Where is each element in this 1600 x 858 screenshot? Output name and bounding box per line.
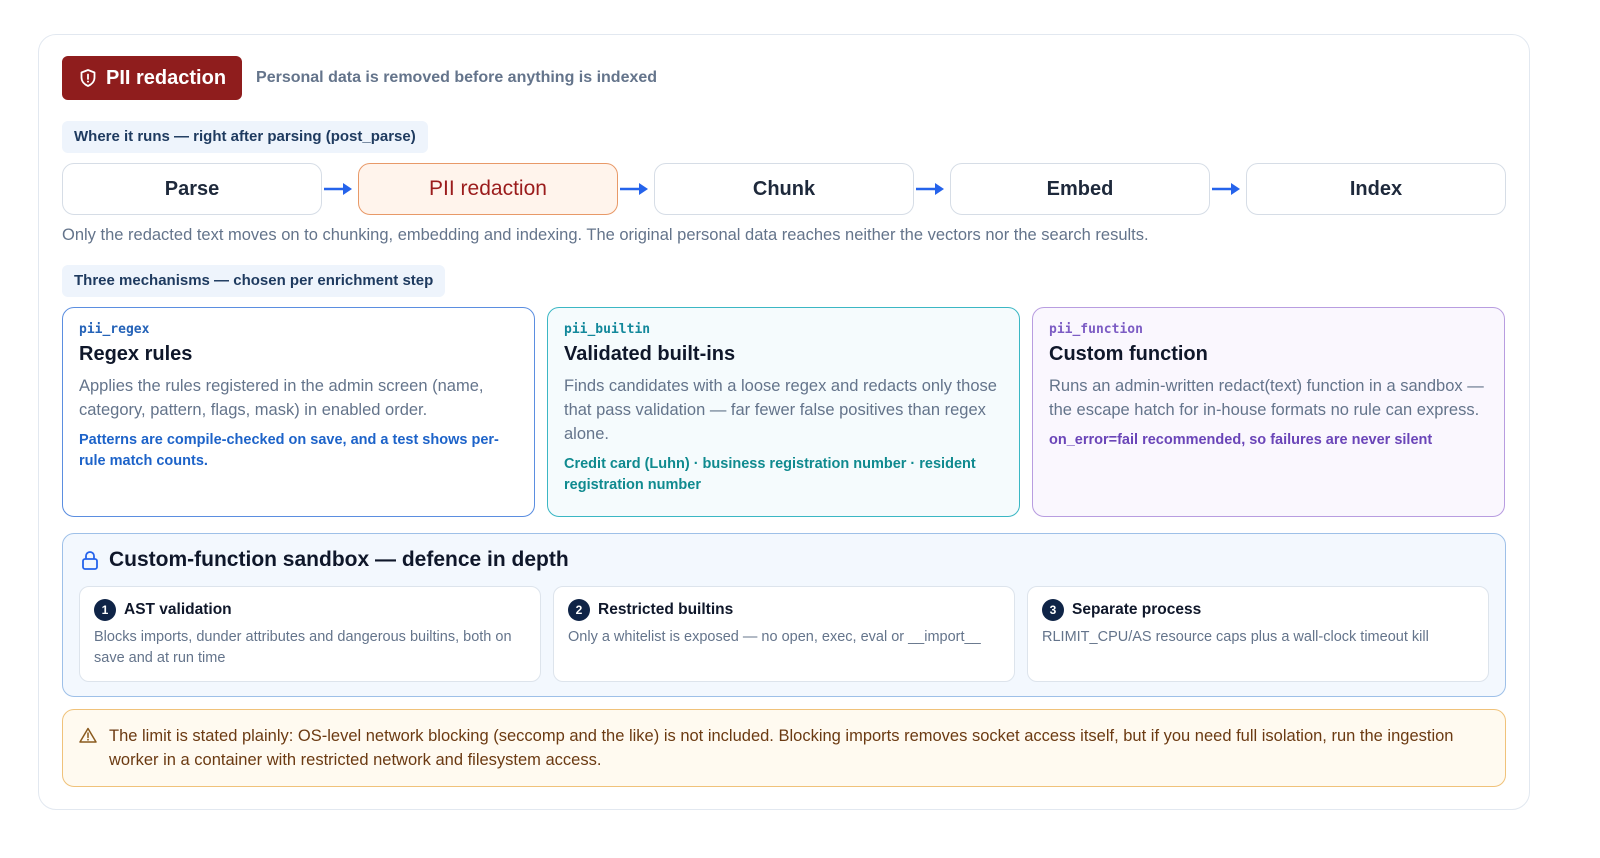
- layer-title: Separate process: [1072, 601, 1202, 618]
- layer-description: Blocks imports, dunder attributes and da…: [94, 629, 512, 666]
- mechanism-code: pii_regex: [79, 322, 150, 337]
- warning-icon: [79, 727, 97, 743]
- layer-number: 1: [94, 599, 116, 621]
- layer-description: RLIMIT_CPU/AS resource caps plus a wall-…: [1042, 629, 1429, 645]
- step-parse: Parse: [62, 163, 322, 215]
- sandbox-layer-ast: 1 AST validation Blocks imports, dunder …: [79, 586, 541, 682]
- mechanism-description: Applies the rules registered in the admi…: [79, 377, 484, 419]
- badge-label: PII redaction: [106, 66, 227, 89]
- mechanism-highlight: on_error=fail recommended, so failures a…: [1049, 432, 1433, 448]
- sandbox-panel: Custom-function sandbox — defence in dep…: [62, 533, 1506, 697]
- step-chunk: Chunk: [654, 163, 914, 215]
- step-pii-redaction: PII redaction: [358, 163, 618, 215]
- limitation-warning: The limit is stated plainly: OS-level ne…: [62, 709, 1506, 787]
- warning-text: The limit is stated plainly: OS-level ne…: [109, 727, 1454, 769]
- arrow-icon: [620, 183, 648, 195]
- mechanism-description: Finds candidates with a loose regex and …: [564, 377, 997, 443]
- where-label: Where it runs — right after parsing (pos…: [62, 121, 428, 153]
- sandbox-layer-builtins: 2 Restricted builtins Only a whitelist i…: [553, 586, 1015, 682]
- layer-description: Only a whitelist is exposed — no open, e…: [568, 629, 981, 645]
- lock-icon: [82, 551, 98, 570]
- mechanisms-label: Three mechanisms — chosen per enrichment…: [62, 265, 446, 297]
- pipeline-note: Only the redacted text moves on to chunk…: [62, 226, 1149, 244]
- pipeline: Parse PII redaction Chunk Embed Index: [62, 163, 1506, 215]
- sandbox-title: Custom-function sandbox — defence in dep…: [81, 548, 569, 572]
- layer-number: 3: [1042, 599, 1064, 621]
- arrow-icon: [916, 183, 944, 195]
- mechanism-highlight: Credit card (Luhn) · business registrati…: [564, 456, 976, 493]
- mechanism-card-function: pii_function Custom function Runs an adm…: [1032, 307, 1505, 517]
- header-subtitle: Personal data is removed before anything…: [256, 69, 658, 86]
- layer-number: 2: [568, 599, 590, 621]
- step-embed: Embed: [950, 163, 1210, 215]
- layer-title: AST validation: [124, 601, 232, 618]
- mechanism-code: pii_builtin: [564, 322, 651, 337]
- mechanism-code: pii_function: [1049, 322, 1143, 337]
- mechanism-card-regex: pii_regex Regex rules Applies the rules …: [62, 307, 535, 517]
- mechanism-title: Regex rules: [79, 343, 193, 365]
- mechanism-title: Validated built-ins: [564, 343, 736, 365]
- layer-title: Restricted builtins: [598, 601, 734, 618]
- header: PII redaction Personal data is removed b…: [62, 56, 657, 100]
- arrow-icon: [324, 183, 352, 195]
- sandbox-layer-process: 3 Separate process RLIMIT_CPU/AS resourc…: [1027, 586, 1489, 682]
- arrow-icon: [1212, 183, 1240, 195]
- mechanism-card-builtin: pii_builtin Validated built-ins Finds ca…: [547, 307, 1020, 517]
- sandbox-title-text: Custom-function sandbox — defence in dep…: [109, 548, 569, 571]
- mechanism-highlight: Patterns are compile-checked on save, an…: [79, 432, 499, 469]
- mechanism-description: Runs an admin-written redact(text) funct…: [1049, 377, 1484, 419]
- step-index: Index: [1246, 163, 1506, 215]
- pii-redaction-badge: PII redaction: [62, 56, 243, 100]
- mechanism-title: Custom function: [1049, 343, 1208, 365]
- shield-icon: [80, 69, 96, 87]
